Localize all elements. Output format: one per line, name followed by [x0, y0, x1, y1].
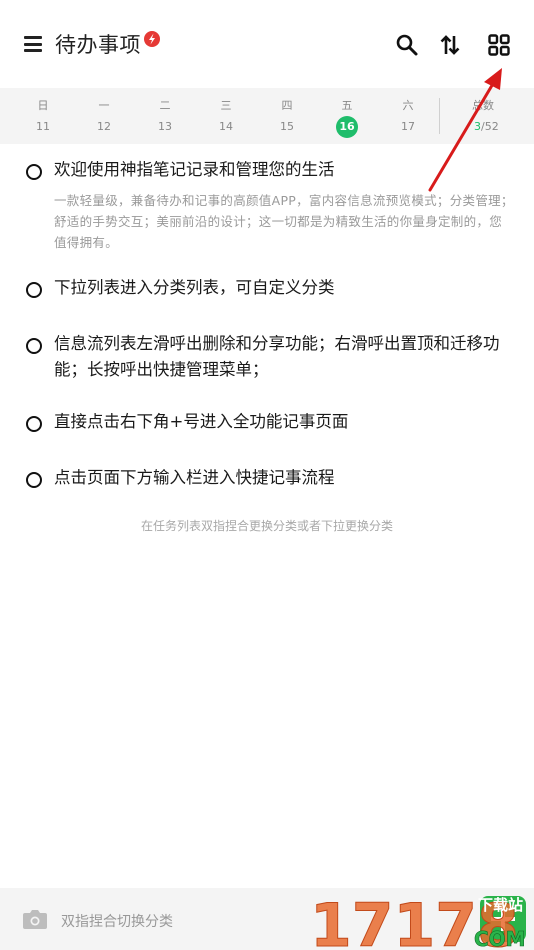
date-label: 11: [36, 120, 50, 133]
site-watermark: 17178 下载站 COM: [310, 888, 534, 950]
page-title: 待办事项: [55, 33, 141, 57]
task-checkbox[interactable]: [26, 416, 42, 432]
task-checkbox[interactable]: [26, 472, 42, 488]
task-checkbox[interactable]: [26, 282, 42, 298]
weekday-label: 四: [281, 99, 293, 112]
list-hint: 在任务列表双指捏合更换分类或者下拉更换分类: [140, 519, 393, 533]
camera-icon[interactable]: [22, 908, 48, 930]
date-label: 14: [219, 120, 233, 133]
annotation-arrow: [420, 60, 520, 200]
grid-icon[interactable]: [487, 33, 511, 57]
quick-input-placeholder[interactable]: 双指捏合切换分类: [61, 911, 173, 931]
menu-icon[interactable]: [24, 36, 42, 52]
lightning-icon[interactable]: [144, 31, 160, 47]
weekday-label: 五: [341, 99, 353, 112]
date-label: 15: [280, 120, 294, 133]
weekday-label: 三: [220, 99, 232, 112]
sort-icon[interactable]: [438, 33, 462, 57]
weekday-label: 日: [37, 99, 49, 112]
day-thursday[interactable]: 四 15: [267, 88, 307, 144]
weekday-label: 一: [98, 99, 110, 112]
date-label: 12: [97, 120, 111, 133]
watermark-site-bottom: COM: [474, 927, 526, 950]
search-icon[interactable]: [395, 33, 419, 57]
task-title: 信息流列表左滑呼出删除和分享功能；右滑呼出置顶和迁移功能；长按呼出快捷管理菜单；: [54, 334, 500, 379]
day-friday-selected[interactable]: 五 16: [327, 88, 367, 144]
task-title: 直接点击右下角+号进入全功能记事页面: [54, 412, 349, 431]
day-wednesday[interactable]: 三 14: [206, 88, 246, 144]
task-title: 点击页面下方输入栏进入快捷记事流程: [54, 468, 335, 487]
task-title: 下拉列表进入分类列表，可自定义分类: [54, 278, 335, 297]
watermark-site-top: 下载站: [478, 896, 523, 914]
task-checkbox[interactable]: [26, 338, 42, 354]
weekday-label: 二: [159, 99, 171, 112]
date-label: 16: [339, 120, 355, 133]
day-tuesday[interactable]: 二 13: [145, 88, 185, 144]
date-label: 13: [158, 120, 172, 133]
task-checkbox[interactable]: [26, 164, 42, 180]
day-monday[interactable]: 一 12: [84, 88, 124, 144]
day-sunday[interactable]: 日 11: [23, 88, 63, 144]
